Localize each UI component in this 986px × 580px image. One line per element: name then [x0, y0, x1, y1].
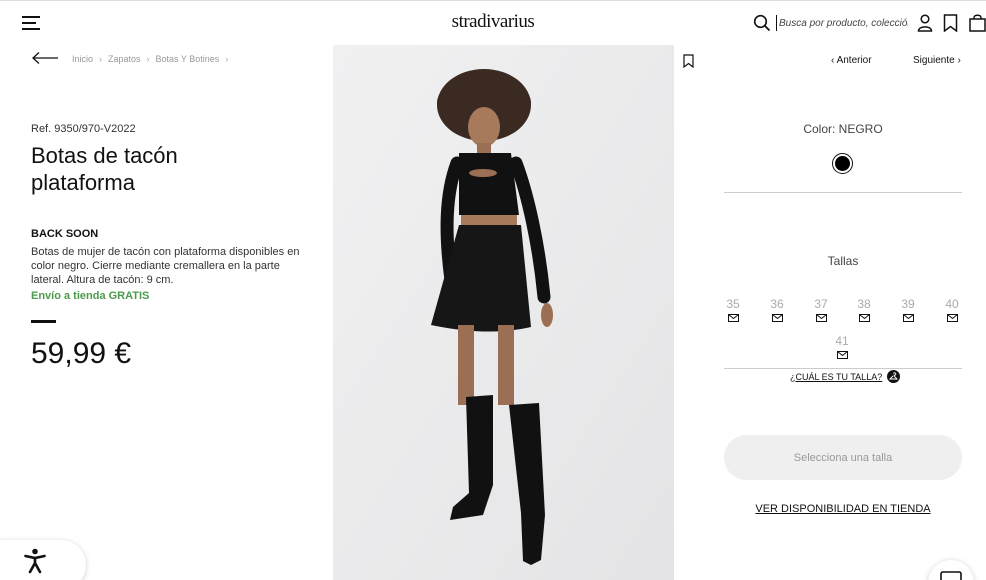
breadcrumb: Inicio › Zapatos › Botas Y Botines ›	[72, 54, 228, 64]
notify-envelope-icon	[836, 351, 848, 359]
price-divider	[31, 320, 56, 323]
size-option[interactable]: 40	[940, 297, 964, 322]
user-icon[interactable]	[917, 14, 933, 32]
size-option[interactable]: 39	[896, 297, 920, 322]
size-value: 41	[835, 334, 849, 348]
breadcrumb-item-zapatos[interactable]: Zapatos	[108, 54, 141, 64]
wishlist-icon[interactable]	[943, 14, 958, 32]
hanger-icon	[887, 370, 901, 383]
product-reference: Ref. 9350/970-V2022	[31, 123, 136, 135]
bag-icon[interactable]	[969, 14, 986, 32]
color-swatch-black[interactable]	[832, 153, 853, 174]
notify-envelope-icon	[902, 314, 914, 322]
accessibility-button[interactable]	[0, 540, 86, 580]
size-value: 40	[945, 297, 959, 311]
chevron-right-icon: ›	[225, 54, 229, 64]
notify-envelope-icon	[815, 314, 827, 322]
product-image[interactable]	[333, 45, 674, 580]
stock-status: BACK SOON	[31, 228, 99, 240]
divider	[724, 368, 962, 369]
chevron-right-icon: ›	[99, 54, 103, 64]
shipping-info: Envío a tienda GRATIS	[31, 290, 150, 302]
next-product-link[interactable]: Siguiente ›	[913, 55, 961, 66]
product-title: Botas de tacón plataforma	[31, 143, 178, 195]
store-availability-link[interactable]: VER DISPONIBILIDAD EN TIENDA	[724, 503, 962, 515]
search-icon[interactable]	[753, 14, 771, 32]
size-option[interactable]: 36	[765, 297, 789, 322]
size-guide-label: ¿CUÁL ES TU TALLA?	[790, 371, 883, 382]
color-label: Color: NEGRO	[803, 122, 883, 136]
top-header: stradivarius	[0, 0, 986, 44]
select-size-button[interactable]: Selecciona una talla	[724, 435, 962, 480]
chat-button[interactable]	[928, 560, 974, 580]
size-option[interactable]: 37	[809, 297, 833, 322]
notify-envelope-icon	[946, 314, 958, 322]
breadcrumb-item-botas[interactable]: Botas Y Botines	[156, 54, 220, 64]
notify-envelope-icon	[727, 314, 739, 322]
size-guide-link[interactable]: ¿CUÁL ES TU TALLA?	[790, 370, 901, 383]
notify-envelope-icon	[858, 314, 870, 322]
size-option[interactable]: 41	[830, 334, 854, 359]
sizes-label: Tallas	[827, 254, 859, 268]
notify-envelope-icon	[771, 314, 783, 322]
size-value: 37	[814, 297, 828, 311]
breadcrumb-item-inicio[interactable]: Inicio	[72, 54, 93, 64]
accessibility-icon	[24, 548, 46, 574]
size-value: 39	[901, 297, 915, 311]
size-option[interactable]: 38	[852, 297, 876, 322]
search-input[interactable]	[776, 15, 908, 31]
chat-icon	[940, 571, 962, 580]
next-label: Siguiente	[913, 55, 955, 66]
size-value: 38	[857, 297, 871, 311]
product-description: Botas de mujer de tacón con plataforma d…	[31, 246, 300, 286]
back-arrow-icon[interactable]	[31, 51, 59, 65]
product-price: 59,99 €	[31, 337, 132, 370]
previous-product-link[interactable]: ‹ Anterior	[831, 55, 872, 66]
previous-label: Anterior	[836, 55, 872, 66]
size-option[interactable]: 35	[721, 297, 745, 322]
save-product-icon[interactable]	[683, 54, 694, 68]
chevron-right-icon: ›	[954, 55, 961, 66]
model-illustration	[333, 45, 674, 580]
divider	[724, 192, 962, 193]
size-value: 36	[770, 297, 784, 311]
size-value: 35	[726, 297, 740, 311]
chevron-right-icon: ›	[146, 54, 150, 64]
